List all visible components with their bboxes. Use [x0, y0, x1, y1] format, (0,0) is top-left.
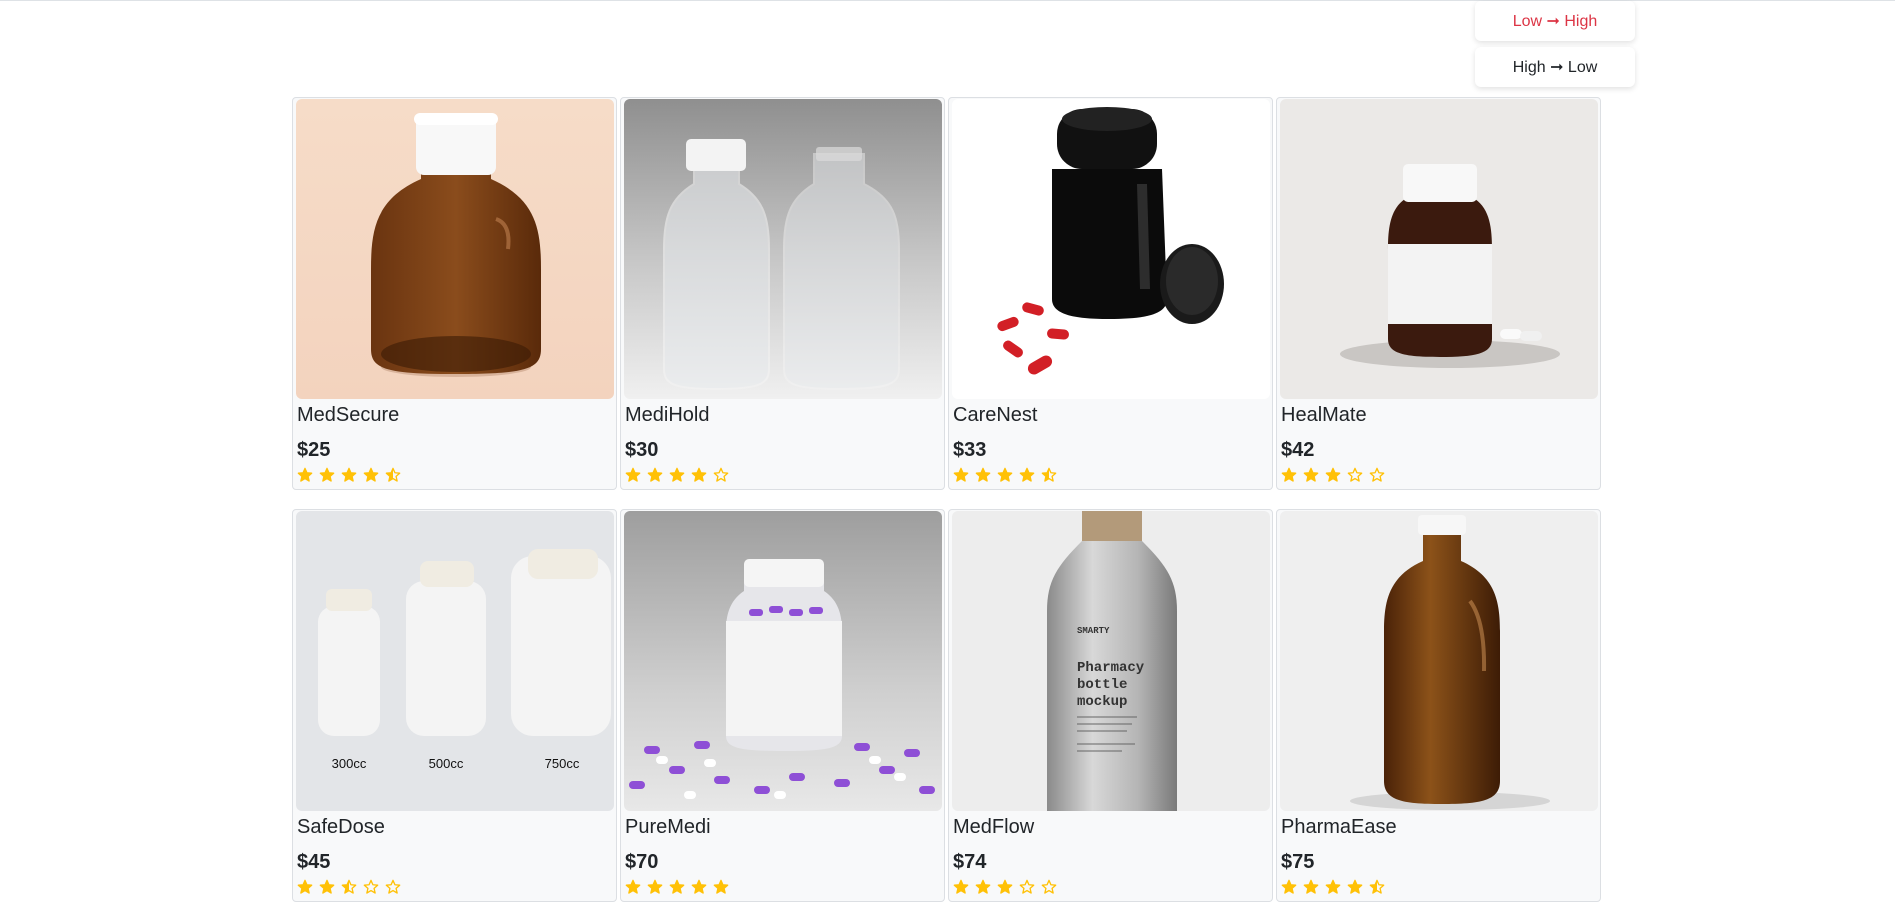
star-half-icon — [1369, 879, 1385, 894]
product-name[interactable]: MediHold — [625, 404, 709, 427]
product-name[interactable]: PharmaEase — [1281, 816, 1397, 839]
product-card[interactable]: MedSecure $25 — [292, 97, 617, 490]
product-price: $75 — [1281, 851, 1315, 873]
star-empty-icon — [363, 879, 379, 894]
star-empty-icon — [713, 467, 729, 482]
product-name[interactable]: CareNest — [953, 404, 1037, 427]
star-full-icon — [669, 467, 685, 482]
rating-stars — [625, 467, 729, 483]
rating-stars — [1281, 879, 1385, 895]
svg-text:Pharmacy: Pharmacy — [1077, 660, 1145, 676]
product-price: $33 — [953, 439, 987, 461]
rating-stars — [1281, 467, 1385, 483]
star-full-icon — [647, 879, 663, 894]
amber-glass-bottle-icon[interactable] — [296, 99, 614, 399]
star-full-icon — [1019, 467, 1035, 482]
star-full-icon — [319, 879, 335, 894]
product-card[interactable]: 300cc 500cc 750cc SafeDose $45 — [292, 509, 617, 902]
product-card[interactable]: PureMedi $70 — [620, 509, 945, 902]
star-empty-icon — [1041, 879, 1057, 894]
svg-text:750cc: 750cc — [545, 756, 580, 771]
star-full-icon — [1281, 879, 1297, 894]
star-full-icon — [975, 467, 991, 482]
star-full-icon — [953, 467, 969, 482]
star-full-icon — [953, 879, 969, 894]
star-full-icon — [297, 467, 313, 482]
rating-stars — [297, 467, 401, 483]
black-pill-bottle-icon[interactable] — [952, 99, 1270, 399]
star-full-icon — [997, 467, 1013, 482]
star-full-icon — [975, 879, 991, 894]
rating-stars — [953, 879, 1057, 895]
star-full-icon — [1303, 879, 1319, 894]
product-name[interactable]: PureMedi — [625, 816, 711, 839]
sort-high-low-option[interactable]: High ➞ Low — [1475, 47, 1635, 87]
product-name[interactable]: SafeDose — [297, 816, 385, 839]
sort-low-high-option[interactable]: Low ➞ High — [1475, 1, 1635, 41]
star-full-icon — [297, 879, 313, 894]
star-full-icon — [1325, 879, 1341, 894]
product-price: $30 — [625, 439, 659, 461]
star-full-icon — [1281, 467, 1297, 482]
star-half-icon — [385, 467, 401, 482]
star-half-icon — [1041, 467, 1057, 482]
product-name[interactable]: MedFlow — [953, 816, 1034, 839]
product-price: $45 — [297, 851, 331, 873]
svg-text:mockup: mockup — [1077, 694, 1127, 710]
product-price: $25 — [297, 439, 331, 461]
star-full-icon — [1347, 879, 1363, 894]
star-full-icon — [625, 467, 641, 482]
product-name[interactable]: MedSecure — [297, 404, 399, 427]
capsule-bottle-icon[interactable] — [624, 511, 942, 811]
white-bottles-set-icon[interactable]: 300cc 500cc 750cc — [296, 511, 614, 811]
star-full-icon — [1325, 467, 1341, 482]
labeled-pill-bottle-icon[interactable] — [1280, 99, 1598, 399]
star-full-icon — [363, 467, 379, 482]
product-price: $42 — [1281, 439, 1315, 461]
product-price: $74 — [953, 851, 987, 873]
product-card[interactable]: CareNest $33 — [948, 97, 1273, 490]
star-full-icon — [997, 879, 1013, 894]
rating-stars — [297, 879, 401, 895]
star-empty-icon — [385, 879, 401, 894]
star-full-icon — [713, 879, 729, 894]
product-card[interactable]: SMARTY Pharmacy bottle mockup MedFlow $7… — [948, 509, 1273, 902]
aluminum-bottle-icon[interactable]: SMARTY Pharmacy bottle mockup — [952, 511, 1270, 811]
rating-stars — [625, 879, 729, 895]
svg-text:500cc: 500cc — [429, 756, 464, 771]
clear-plastic-bottles-icon[interactable] — [624, 99, 942, 399]
product-card[interactable]: HealMate $42 — [1276, 97, 1601, 490]
svg-text:300cc: 300cc — [332, 756, 367, 771]
star-full-icon — [1303, 467, 1319, 482]
star-empty-icon — [1019, 879, 1035, 894]
star-full-icon — [319, 467, 335, 482]
star-empty-icon — [1369, 467, 1385, 482]
star-full-icon — [691, 879, 707, 894]
star-full-icon — [341, 467, 357, 482]
star-empty-icon — [1347, 467, 1363, 482]
star-full-icon — [647, 467, 663, 482]
star-full-icon — [669, 879, 685, 894]
star-full-icon — [691, 467, 707, 482]
svg-text:SMARTY: SMARTY — [1077, 626, 1110, 636]
star-full-icon — [625, 879, 641, 894]
product-price: $70 — [625, 851, 659, 873]
svg-text:bottle: bottle — [1077, 677, 1127, 693]
product-card[interactable]: PharmaEase $75 — [1276, 509, 1601, 902]
product-name[interactable]: HealMate — [1281, 404, 1367, 427]
amber-round-bottle-icon[interactable] — [1280, 511, 1598, 811]
rating-stars — [953, 467, 1057, 483]
product-card[interactable]: MediHold $30 — [620, 97, 945, 490]
star-half-icon — [341, 879, 357, 894]
